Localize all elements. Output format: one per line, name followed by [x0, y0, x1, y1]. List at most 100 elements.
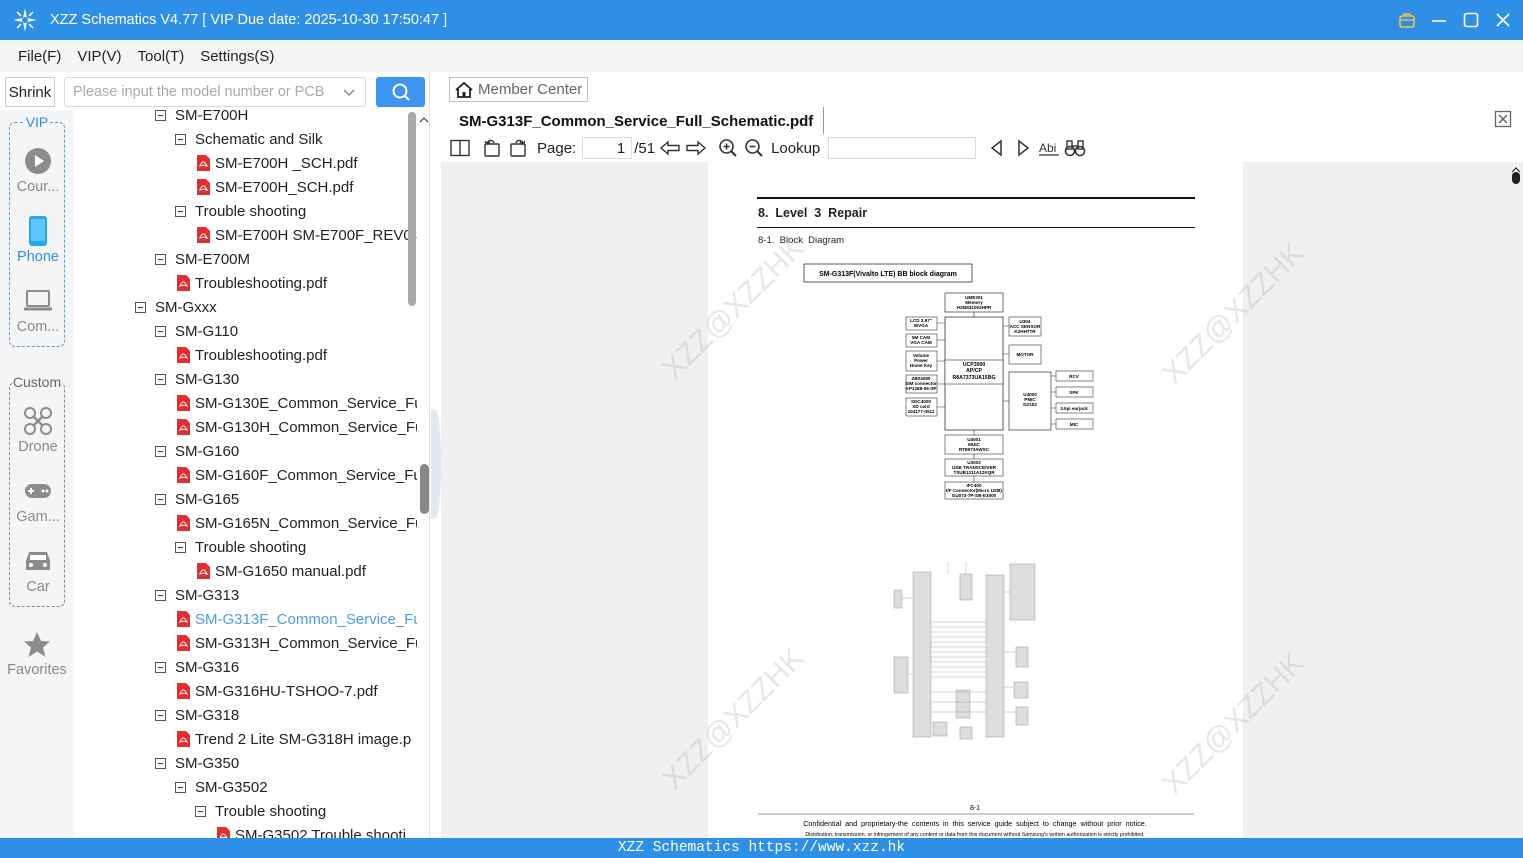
tree-folder-item[interactable]: SM-E700M — [155, 247, 250, 271]
collapse-toggle-icon[interactable] — [135, 301, 146, 313]
maximize-icon[interactable] — [1461, 10, 1481, 30]
search-input[interactable] — [73, 84, 333, 100]
page-number-input[interactable]: 1 — [582, 137, 633, 159]
tree-folder-item[interactable]: SM-G318 — [155, 703, 239, 727]
tree-file-item[interactable]: SM-G160F_Common_Service_Fu — [177, 463, 417, 487]
menu-file[interactable]: File(F) — [18, 48, 61, 65]
tree-file-item[interactable]: SM-G1650 manual.pdf — [197, 559, 366, 583]
tree-file-item[interactable]: SM-G313H_Common_Service_Fu — [177, 631, 417, 655]
collapse-toggle-icon[interactable] — [175, 541, 186, 553]
tree-item-label: Troubleshooting.pdf — [195, 346, 328, 364]
tree-file-item[interactable]: SM-G316HU-TSHOO-7.pdf — [177, 679, 378, 703]
collapse-toggle-icon[interactable] — [175, 133, 186, 145]
sidebar-item-label: Gam... — [16, 509, 60, 525]
lookup-input[interactable] — [828, 137, 977, 159]
collapse-toggle-icon[interactable] — [155, 110, 166, 121]
rotate-left-icon[interactable] — [481, 137, 503, 159]
phone-icon — [29, 216, 47, 246]
tree-file-item[interactable]: SM-E700H _SCH.pdf — [197, 151, 358, 175]
tree-folder-item[interactable]: Trouble shooting — [175, 199, 306, 223]
tree-folder-item[interactable]: Trouble shooting — [195, 799, 326, 823]
tree-file-item[interactable]: SM-G3502 Trouble shooti — [217, 823, 406, 838]
collapse-toggle-icon[interactable] — [155, 493, 166, 505]
tree-folder-item[interactable]: Trouble shooting — [175, 535, 306, 559]
splitter-grip[interactable] — [431, 410, 441, 518]
find-next-icon[interactable] — [1012, 137, 1034, 159]
tree-folder-item[interactable]: SM-G316 — [155, 655, 239, 679]
collapse-toggle-icon[interactable] — [155, 589, 166, 601]
collapse-toggle-icon[interactable] — [155, 325, 166, 337]
zoom-out-icon[interactable] — [743, 137, 765, 159]
tree-item-label: SM-E700H _SCH.pdf — [215, 154, 358, 172]
splitter-thumb[interactable] — [420, 464, 429, 514]
svg-text:GU073-7P-SB-E1500: GU073-7P-SB-E1500 — [952, 493, 997, 498]
collapse-toggle-icon[interactable] — [195, 805, 206, 817]
tree-folder-item[interactable]: SM-G3502 — [175, 775, 268, 799]
tree-file-item[interactable]: SM-G165N_Common_Service_Fu — [177, 511, 417, 535]
pane-splitter[interactable] — [420, 72, 441, 838]
collapse-toggle-icon[interactable] — [155, 373, 166, 385]
collapse-toggle-icon[interactable] — [155, 757, 166, 769]
collapse-toggle-icon[interactable] — [155, 709, 166, 721]
minimize-icon[interactable] — [1429, 10, 1449, 30]
pdf-file-icon — [197, 227, 210, 243]
document-tab[interactable]: SM-G313F_Common_Service_Full_Schematic.p… — [449, 107, 825, 135]
collapse-toggle-icon[interactable] — [155, 661, 166, 673]
tree-item-label: SM-G313F_Common_Service_Fu — [195, 610, 417, 628]
sidebar-toggle-icon[interactable] — [449, 137, 471, 159]
close-icon[interactable] — [1493, 10, 1513, 30]
binoculars-icon[interactable] — [1064, 137, 1086, 159]
close-tab-icon[interactable] — [1494, 110, 1512, 128]
tree-folder-item[interactable]: Schematic and Silk — [175, 127, 323, 151]
sidebar-item-drone[interactable]: Drone — [10, 403, 66, 455]
sidebar-item-computer[interactable]: Com... — [10, 283, 66, 335]
chevron-down-icon[interactable] — [342, 86, 356, 100]
viewer-scrollbar-thumb[interactable] — [1512, 172, 1520, 184]
tree-folder-item[interactable]: SM-G165 — [155, 487, 239, 511]
search-button[interactable] — [376, 77, 425, 107]
match-case-icon[interactable]: Abi — [1038, 137, 1060, 159]
tree-folder-item[interactable]: SM-E700H — [155, 110, 248, 127]
tree-folder-item[interactable]: SM-G313 — [155, 583, 239, 607]
drone-icon — [24, 407, 52, 435]
tree-folder-item[interactable]: SM-G160 — [155, 439, 239, 463]
previous-page-icon[interactable] — [659, 137, 681, 159]
tree-folder-item[interactable]: SM-G350 — [155, 751, 239, 775]
rotate-right-icon[interactable] — [507, 137, 529, 159]
collapse-toggle-icon[interactable] — [175, 205, 186, 217]
tree-file-item[interactable]: SM-G130H_Common_Service_Fu — [177, 415, 417, 439]
viewer-scrollbar[interactable] — [1509, 162, 1523, 838]
sidebar-item-favorites[interactable]: Favorites — [0, 628, 74, 678]
tree-file-item[interactable]: SM-G313F_Common_Service_Fu — [177, 607, 417, 631]
tree-file-item[interactable]: Troubleshooting.pdf — [177, 271, 327, 295]
zoom-in-icon[interactable] — [717, 137, 739, 159]
collapse-toggle-icon[interactable] — [155, 445, 166, 457]
menu-vip[interactable]: VIP(V) — [77, 48, 121, 65]
shrink-button[interactable]: Shrink — [5, 77, 55, 107]
tree-item-label: SM-G130E_Common_Service_Fu — [195, 394, 417, 412]
collapse-toggle-icon[interactable] — [155, 253, 166, 265]
tree-folder-item[interactable]: SM-G130 — [155, 367, 239, 391]
notifications-icon[interactable] — [1397, 10, 1417, 30]
tree-folder-item[interactable]: SM-G110 — [155, 319, 238, 343]
pdf-viewer[interactable]: 8. Level 3 Repair 8-1. Block Diagram SM-… — [441, 162, 1523, 838]
vip-group: VIP Cour... Phone Com... — [9, 114, 66, 347]
tree-scrollbar-thumb[interactable] — [408, 112, 416, 306]
next-page-icon[interactable] — [685, 137, 707, 159]
sidebar-item-car[interactable]: Car — [10, 543, 66, 595]
tree-file-item[interactable]: SM-G130E_Common_Service_Fu — [177, 391, 417, 415]
collapse-toggle-icon[interactable] — [175, 781, 186, 793]
sidebar-item-game[interactable]: Gam... — [10, 473, 66, 525]
tree-folder-item[interactable]: SM-Gxxx — [135, 295, 217, 319]
menu-settings[interactable]: Settings(S) — [200, 48, 274, 65]
tree-file-item[interactable]: Trend 2 Lite SM-G318H image.p — [177, 727, 411, 751]
tree-file-item[interactable]: SM-E700H_SCH.pdf — [197, 175, 353, 199]
sidebar-item-phone[interactable]: Phone — [10, 213, 66, 265]
tree-file-item[interactable]: Troubleshooting.pdf — [177, 343, 327, 367]
play-circle-icon — [25, 148, 51, 174]
find-previous-icon[interactable] — [986, 137, 1008, 159]
member-center-button[interactable]: Member Center — [449, 77, 588, 102]
menu-tool[interactable]: Tool(T) — [138, 48, 185, 65]
tree-file-item[interactable]: SM-E700H SM-E700F_REV0.3 — [197, 223, 417, 247]
sidebar-item-courses[interactable]: Cour... — [10, 143, 66, 195]
